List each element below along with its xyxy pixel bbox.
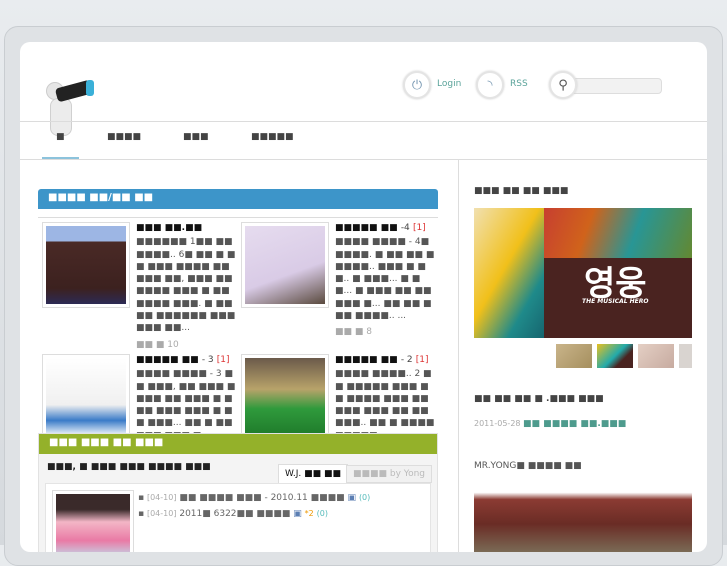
poster-thumb-active[interactable] bbox=[597, 344, 633, 368]
nav-item-home[interactable]: ■ bbox=[56, 132, 65, 142]
column-divider bbox=[458, 159, 459, 552]
post-body: ■■■■ ■■■■.. 2 ■■ ■■■■■ ■■■ ■■ ■■■■ ■■■ ■… bbox=[335, 369, 435, 440]
post-meta: ■■ ■ bbox=[335, 327, 364, 338]
post-body: ■■■■ ■■■■ - 3 ■■ ■■■, ■■ ■■■ ■■■■ ■■ ■■■… bbox=[136, 369, 236, 440]
post-count: - 3 bbox=[201, 355, 214, 365]
poster-thumb[interactable] bbox=[638, 344, 674, 368]
board-item[interactable]: ▪ [04-10] ■■ ■■■■ ■■■ - 2010.11 ■■■■ ▣ (… bbox=[138, 490, 370, 506]
right-section-title: ■■■ ■■ ■■ ■■■ bbox=[474, 186, 569, 196]
post-card: ■■■■■ ■■ - 2 [1] ■■■■ ■■■■.. 2 ■■ ■■■■■ … bbox=[335, 354, 435, 442]
section-title-bar: ■■■ ■■■ ■■ ■■■ bbox=[39, 434, 437, 454]
section-title-bar: ■■■■ ■■/■■ ■■ bbox=[38, 189, 438, 209]
tab-wj[interactable]: W.J. ■■ ■■ bbox=[278, 464, 348, 484]
nav-item-4[interactable]: ■■■■■ bbox=[251, 132, 294, 142]
rss-link[interactable]: RSS bbox=[510, 79, 528, 89]
post-card: ■■■■■ ■■ -4 [1] ■■■■ ■■■■ - 4■ ■■■■. ■ ■… bbox=[335, 222, 435, 339]
comment-count[interactable]: [1] bbox=[416, 355, 429, 365]
post-card: ■■■ ■■.■■ ■■■■■■ 1■■ ■■ ■■■■.. 6■ ■■ ■ ■… bbox=[136, 222, 236, 351]
post-title[interactable]: ■■■■■ ■■ bbox=[335, 355, 398, 365]
save-icon: ▣ bbox=[347, 493, 357, 503]
rss-icon[interactable]: ◝ bbox=[476, 71, 504, 99]
item-date: [04-10] bbox=[146, 493, 177, 502]
post-meta-count: 8 bbox=[366, 327, 372, 338]
post-count: -4 bbox=[400, 223, 410, 233]
post-card: ■■■■■ ■■ - 3 [1] ■■■■ ■■■■ - 3 ■■ ■■■, ■… bbox=[136, 354, 236, 442]
post-thumbnail[interactable] bbox=[42, 222, 130, 308]
board-thumbnail[interactable] bbox=[52, 490, 134, 552]
house-photo[interactable] bbox=[474, 482, 692, 552]
featured-poster[interactable]: 영웅 THE MUSICAL HERO bbox=[474, 208, 692, 338]
item-date: [04-10] bbox=[146, 509, 177, 518]
save-icon: ▣ bbox=[293, 509, 302, 519]
post-count: - 2 bbox=[400, 355, 413, 365]
post-meta-count: 10 bbox=[167, 339, 179, 350]
item-extra: *2 bbox=[304, 509, 314, 518]
poster-subtitle: THE MUSICAL HERO bbox=[582, 298, 649, 305]
poster-thumb[interactable] bbox=[679, 344, 692, 368]
board-item[interactable]: ▪ [04-10] 2011■ 6322■■ ■■■■ ▣ *2 (0) bbox=[138, 506, 370, 522]
post-body: ■■■■ ■■■■ - 4■ ■■■■. ■ ■■ ■■ ■■■■■.. ■■■… bbox=[335, 237, 435, 322]
post-title[interactable]: ■■■ ■■.■■ bbox=[136, 222, 236, 234]
search-icon[interactable]: ⚲ bbox=[549, 71, 577, 99]
login-link[interactable]: Login bbox=[437, 79, 461, 89]
item-title[interactable]: 2011■ 6322■■ ■■■■ bbox=[179, 509, 290, 519]
comment-count[interactable]: [1] bbox=[217, 355, 230, 365]
board-title: ■■■, ■ ■■■ ■■■ ■■■■ ■■■ bbox=[47, 462, 211, 472]
post-title[interactable]: ■■■■■ ■■ bbox=[335, 223, 398, 233]
right-section-title: MR.YONG■ ■■■■ ■■ bbox=[474, 461, 582, 471]
nav-item-3[interactable]: ■■■ bbox=[183, 132, 209, 142]
page-panel: ⏻ Login ◝ RSS ⚲ ■ ■■■■ ■■■ ■■■■■ ■■■■ ■■… bbox=[20, 42, 707, 552]
post-thumbnail[interactable] bbox=[241, 354, 329, 440]
post-link[interactable]: ■■ ■■■■ ■■.■■■ bbox=[523, 419, 626, 429]
login-icon[interactable]: ⏻ bbox=[403, 71, 431, 99]
post-thumbnail[interactable] bbox=[42, 354, 130, 440]
item-count: (0) bbox=[316, 509, 328, 518]
divider bbox=[38, 217, 438, 218]
post-meta: ■■ ■ bbox=[136, 339, 165, 350]
tab-by-yong[interactable]: ■■■■ by Yong bbox=[346, 465, 432, 483]
post-date: 2011-05-28 bbox=[474, 419, 521, 428]
post-title[interactable]: ■■■■■ ■■ bbox=[136, 355, 199, 365]
board-section: ■■■ ■■■ ■■ ■■■ ■■■, ■ ■■■ ■■■ ■■■■ ■■■ W… bbox=[38, 433, 438, 552]
nav-item-2[interactable]: ■■■■ bbox=[107, 132, 141, 142]
item-count: (0) bbox=[358, 493, 371, 502]
post-body: ■■■■■■ 1■■ ■■ ■■■■.. 6■ ■■ ■ ■■ ■■■ ■■■■… bbox=[136, 237, 236, 334]
header-divider bbox=[20, 121, 707, 122]
nav-divider bbox=[20, 159, 707, 160]
right-section-title: ■■ ■■ ■■ ■ .■■■ ■■■ bbox=[474, 394, 604, 404]
poster-thumb[interactable] bbox=[556, 344, 592, 368]
post-thumbnail[interactable] bbox=[241, 222, 329, 308]
item-title[interactable]: ■■ ■■■■ ■■■ - 2010.11 ■■■■ bbox=[179, 493, 344, 503]
logo-camera-man[interactable] bbox=[42, 76, 96, 140]
comment-count[interactable]: [1] bbox=[413, 223, 426, 233]
